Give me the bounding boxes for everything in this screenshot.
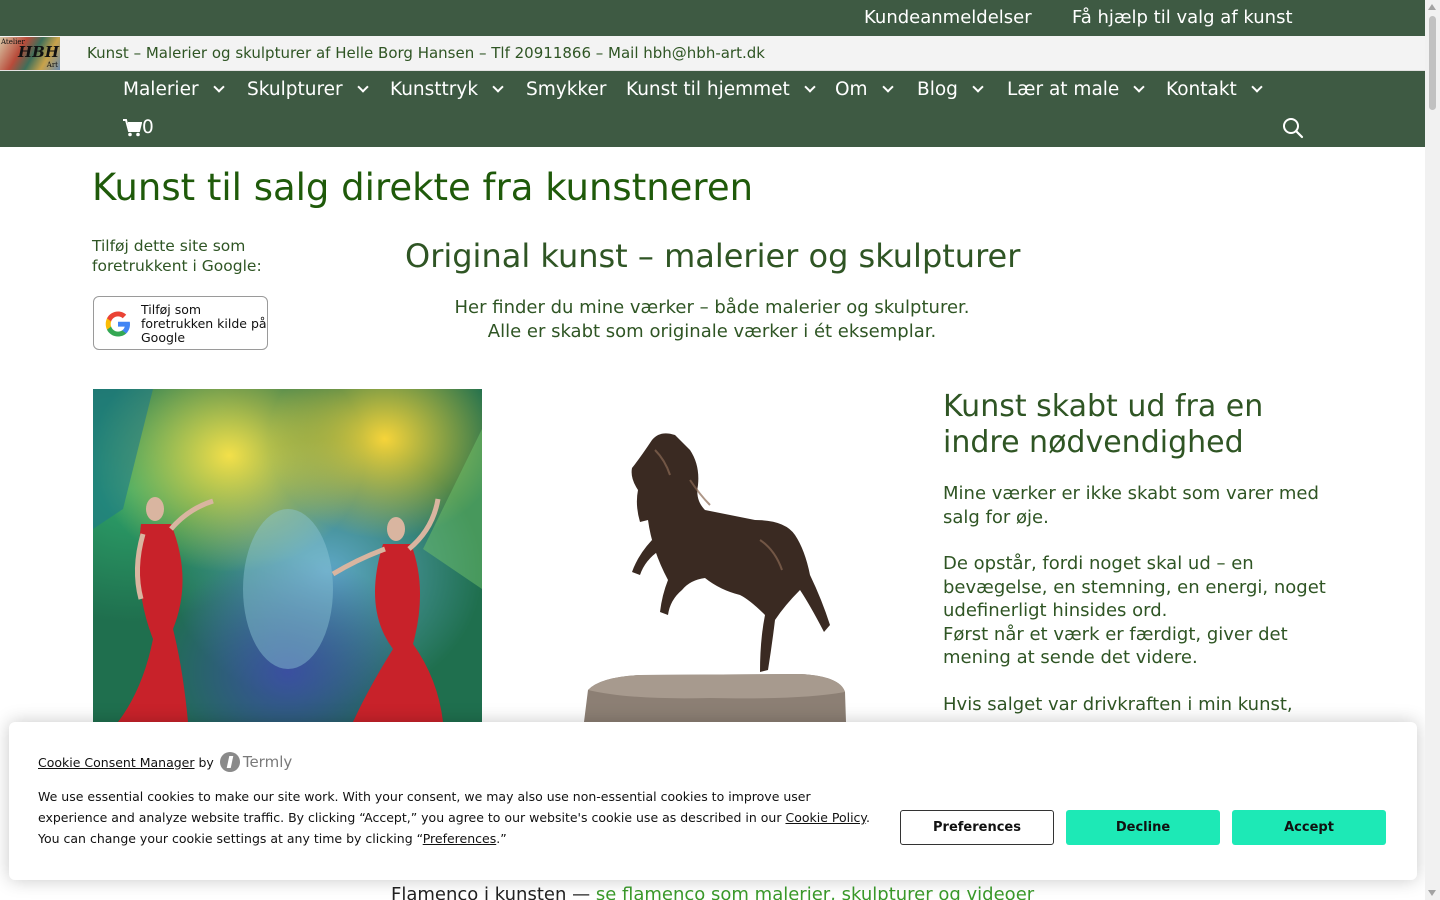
scroll-down-arrow-icon[interactable] (1428, 890, 1436, 896)
cookie-preferences-link[interactable]: Preferences (423, 831, 497, 846)
page-scrollbar[interactable] (1425, 0, 1440, 900)
nav-label: Om (835, 79, 868, 100)
artist-statement-text: Mine værker er ikke skabt som varer med … (943, 482, 1343, 739)
intro-line-1: Her finder du mine værker – både malerie… (454, 297, 970, 318)
cookie-accept-button[interactable]: Accept (1232, 810, 1386, 845)
chevron-down-icon (357, 81, 369, 93)
termly-logo: Termly (219, 752, 293, 772)
nav-item-skulpturer[interactable]: Skulpturer (247, 79, 369, 100)
artist-statement-title: Kunst skabt ud fra en indre nødvendighed (943, 389, 1264, 460)
search-icon[interactable] (1282, 117, 1304, 139)
intro-text: Her finder du mine værker – både malerie… (412, 296, 1012, 344)
statement-paragraph-2b: Først når et værk er færdigt, giver det … (943, 623, 1288, 669)
cart-icon (123, 118, 142, 136)
section-title: Original kunst – malerier og skulpturer (405, 237, 1021, 275)
chevron-down-icon (881, 81, 894, 93)
cookie-title-by: by (198, 754, 214, 770)
nav-item-blog[interactable]: Blog (917, 79, 984, 100)
chevron-down-icon (804, 81, 816, 93)
scroll-up-arrow-icon[interactable] (1428, 4, 1436, 10)
site-tagline: Kunst – Malerier og skulpturer af Helle … (87, 44, 765, 62)
nav-item-kunsttryk[interactable]: Kunsttryk (390, 79, 504, 100)
cookie-policy-link[interactable]: Cookie Policy (785, 810, 866, 825)
cookie-body-part-1: We use essential cookies to make our sit… (38, 789, 811, 825)
nav-item-laer-at-male[interactable]: Lær at male (1007, 79, 1145, 100)
nav-label: Malerier (123, 79, 199, 100)
logo-text-hbh: HBH (18, 43, 60, 61)
cookie-decline-button[interactable]: Decline (1066, 810, 1220, 845)
statement-paragraph-2a: De opstår, fordi noget skal ud – en bevæ… (943, 553, 1326, 621)
chevron-down-icon (1133, 81, 1145, 93)
cart-count: 0 (142, 117, 154, 138)
nav-item-kontakt[interactable]: Kontakt (1166, 79, 1263, 100)
chevron-down-icon (492, 81, 504, 93)
nav-item-om[interactable]: Om (835, 79, 894, 100)
termly-icon (219, 752, 240, 772)
site-logo[interactable]: Atelier HBH Art (0, 37, 60, 70)
cookie-title: Cookie Consent Manager by Termly (38, 752, 292, 772)
logo-text-art: Art (46, 61, 58, 69)
google-preferred-source-button[interactable]: Tilføj som foretrukken kilde på Google (93, 296, 268, 350)
nav-label: Kontakt (1166, 79, 1237, 100)
scrollbar-thumb[interactable] (1429, 16, 1436, 110)
cookie-preferences-button[interactable]: Preferences (900, 810, 1054, 845)
google-button-label: Tilføj som foretrukken kilde på Google (141, 302, 267, 345)
statement-paragraph-3: Hvis salget var drivkraften i min kunst, (943, 693, 1293, 715)
nav-label: Lær at male (1007, 79, 1120, 100)
cookie-consent-manager-link[interactable]: Cookie Consent Manager (38, 755, 195, 770)
cart-button[interactable]: 0 (123, 117, 154, 138)
link-hjaelp-valg-af-kunst[interactable]: Få hjælp til valg af kunst (1072, 7, 1293, 28)
google-preferred-label: Tilføj dette site som foretrukkent i Goo… (92, 237, 262, 275)
nav-label: Kunsttryk (390, 79, 479, 100)
nav-item-malerier[interactable]: Malerier (123, 79, 225, 100)
painting-image-flamenco[interactable] (93, 389, 482, 722)
nav-label: Smykker (526, 79, 607, 100)
flamenco-teaser-link[interactable]: se flamenco som malerier, skulpturer og … (596, 884, 1034, 900)
nav-label: Blog (917, 79, 958, 100)
intro-line-2: Alle er skabt som originale værker i ét … (487, 321, 937, 342)
chevron-down-icon (1251, 81, 1263, 93)
link-kundeanmeldelser[interactable]: Kundeanmeldelser (864, 7, 1032, 28)
nav-label: Kunst til hjemmet (626, 79, 790, 100)
info-bar: Atelier HBH Art Kunst – Malerier og skul… (0, 36, 1425, 71)
flamenco-teaser-prefix: Flamenco i kunsten — (391, 884, 591, 900)
cookie-body-text: We use essential cookies to make our sit… (38, 786, 878, 849)
cookie-body-part-3: .” (496, 831, 507, 846)
cookie-consent-banner: Cookie Consent Manager by Termly We use … (9, 722, 1417, 880)
flamenco-teaser: Flamenco i kunsten — se flamenco som mal… (391, 884, 1034, 900)
main-navigation: Malerier Skulpturer Kunsttryk Smykker Ku… (0, 71, 1425, 147)
statement-paragraph-2: De opstår, fordi noget skal ud – en bevæ… (943, 552, 1343, 670)
google-icon (105, 311, 130, 337)
page-title: Kunst til salg direkte fra kunstneren (92, 166, 754, 209)
termly-brand-text: Termly (242, 753, 293, 771)
top-utility-bar: Kundeanmeldelser Få hjælp til valg af ku… (0, 0, 1425, 36)
nav-item-kunst-til-hjemmet[interactable]: Kunst til hjemmet (626, 79, 816, 100)
statement-paragraph-1: Mine værker er ikke skabt som varer med … (943, 483, 1319, 528)
chevron-down-icon (972, 81, 984, 93)
chevron-down-icon (212, 81, 225, 93)
sculpture-image-horse[interactable] (560, 400, 860, 722)
nav-label: Skulpturer (247, 79, 343, 100)
nav-item-smykker[interactable]: Smykker (526, 79, 606, 100)
